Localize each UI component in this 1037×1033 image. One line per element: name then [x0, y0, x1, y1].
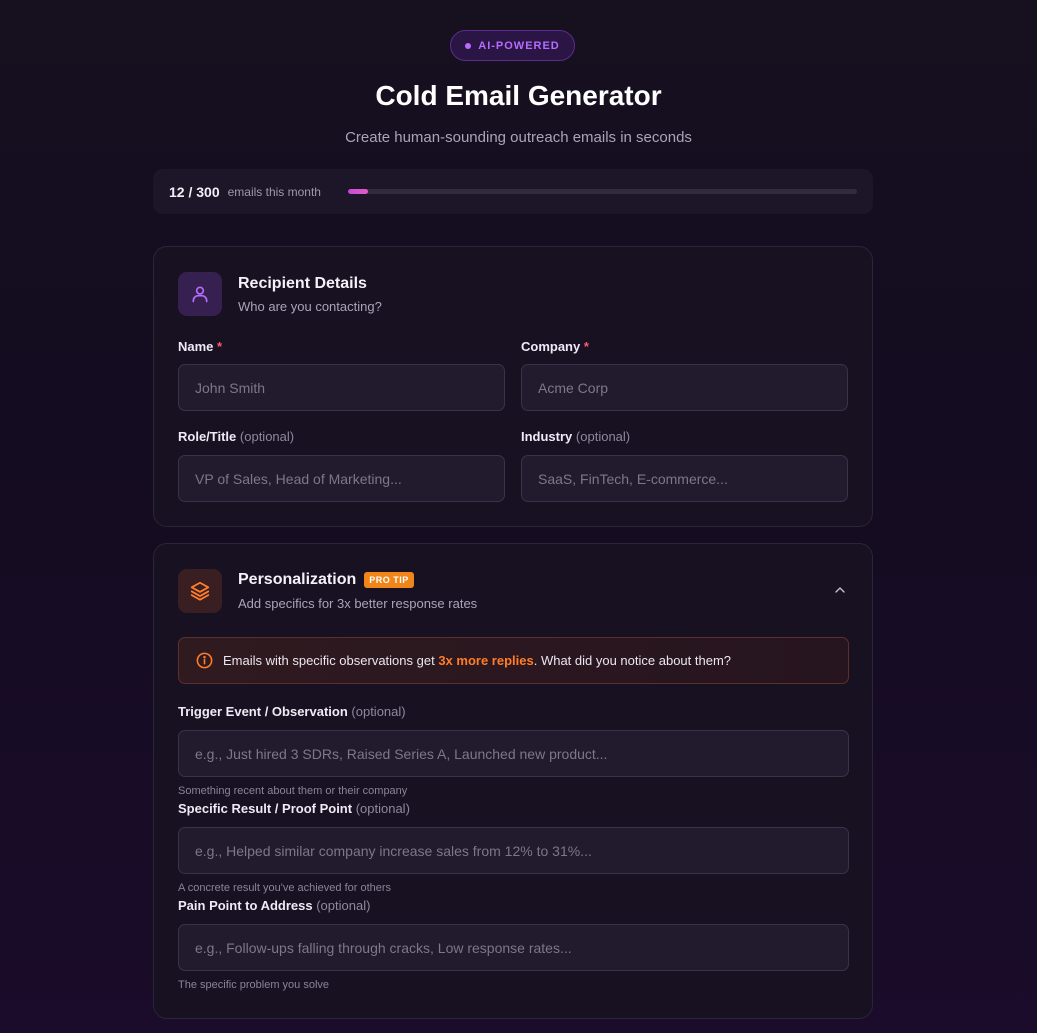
info-icon [196, 652, 213, 669]
trigger-label-text: Trigger Event / Observation [178, 704, 348, 719]
recipient-card-title: Recipient Details [238, 275, 367, 293]
usage-progress-track [348, 189, 857, 194]
recipient-card-subtitle: Who are you contacting? [238, 299, 382, 314]
tip-text-before: Emails with specific observations get [223, 653, 435, 668]
user-icon [192, 286, 208, 303]
recipient-icon-box [178, 272, 222, 316]
result-label-text: Specific Result / Proof Point [178, 801, 353, 816]
role-optional-text: (optional) [239, 429, 295, 444]
personalization-card: Personalization PRO TIP Add specifics fo… [153, 543, 873, 1019]
trigger-event-input[interactable] [178, 730, 849, 777]
personalization-card-subtitle: Add specifics for 3x better response rat… [238, 596, 478, 611]
result-input[interactable] [178, 827, 849, 874]
pain-hint: The specific problem you solve [178, 979, 330, 991]
pro-tip-badge: PRO TIP [364, 572, 414, 588]
company-required-marker: * [583, 339, 589, 354]
pain-label: Pain Point to Address (optional) [178, 898, 370, 913]
recipient-details-card: Recipient Details Who are you contacting… [153, 246, 873, 527]
recipient-title-text: Recipient Details [238, 275, 367, 292]
industry-optional-text: (optional) [575, 429, 631, 444]
tip-text-after: . What did you notice about them? [533, 653, 732, 668]
industry-input[interactable] [521, 455, 848, 502]
result-label: Specific Result / Proof Point (optional) [178, 801, 410, 816]
industry-label: Industry (optional) [521, 429, 630, 444]
personalization-card-title: Personalization PRO TIP [238, 571, 414, 589]
tip-highlight: 3x more replies [438, 653, 534, 668]
role-input[interactable] [178, 455, 505, 502]
trigger-optional-text: (optional) [351, 704, 406, 719]
ai-powered-badge: AI-POWERED [450, 30, 575, 61]
company-input[interactable] [521, 364, 848, 411]
name-label: Name * [178, 339, 222, 354]
trigger-hint: Something recent about them or their com… [178, 785, 408, 797]
layers-icon [190, 581, 210, 601]
badge-dot [465, 42, 472, 49]
pain-point-input[interactable] [178, 924, 849, 971]
name-label-text: Name [178, 339, 214, 354]
page-title: Cold Email Generator [375, 80, 662, 111]
chevron-up-icon[interactable] [832, 582, 848, 598]
name-required-marker: * [217, 339, 223, 354]
usage-meter: 12 / 300 emails this month [153, 169, 873, 214]
role-label-text: Role/Title [178, 429, 237, 444]
industry-label-text: Industry [521, 429, 573, 444]
company-label: Company * [521, 339, 589, 354]
tip-text: Emails with specific observations get 3x… [223, 653, 731, 668]
tip-banner: Emails with specific observations get 3x… [178, 637, 849, 684]
result-optional-text: (optional) [355, 801, 410, 816]
role-label: Role/Title (optional) [178, 429, 294, 444]
usage-label: emails this month [227, 184, 321, 199]
usage-progress-fill [348, 189, 369, 194]
personalization-icon-box [178, 569, 222, 613]
name-input[interactable] [178, 364, 505, 411]
pain-label-text: Pain Point to Address [178, 898, 313, 913]
result-hint: A concrete result you've achieved for ot… [178, 882, 392, 894]
badge-label: AI-POWERED [478, 39, 560, 52]
usage-count: 12 / 300 [169, 183, 220, 200]
company-label-text: Company [521, 339, 581, 354]
page-subtitle: Create human-sounding outreach emails in… [345, 129, 692, 146]
trigger-label: Trigger Event / Observation (optional) [178, 704, 406, 719]
personalization-title-text: Personalization [238, 571, 357, 588]
pain-optional-text: (optional) [316, 898, 371, 913]
